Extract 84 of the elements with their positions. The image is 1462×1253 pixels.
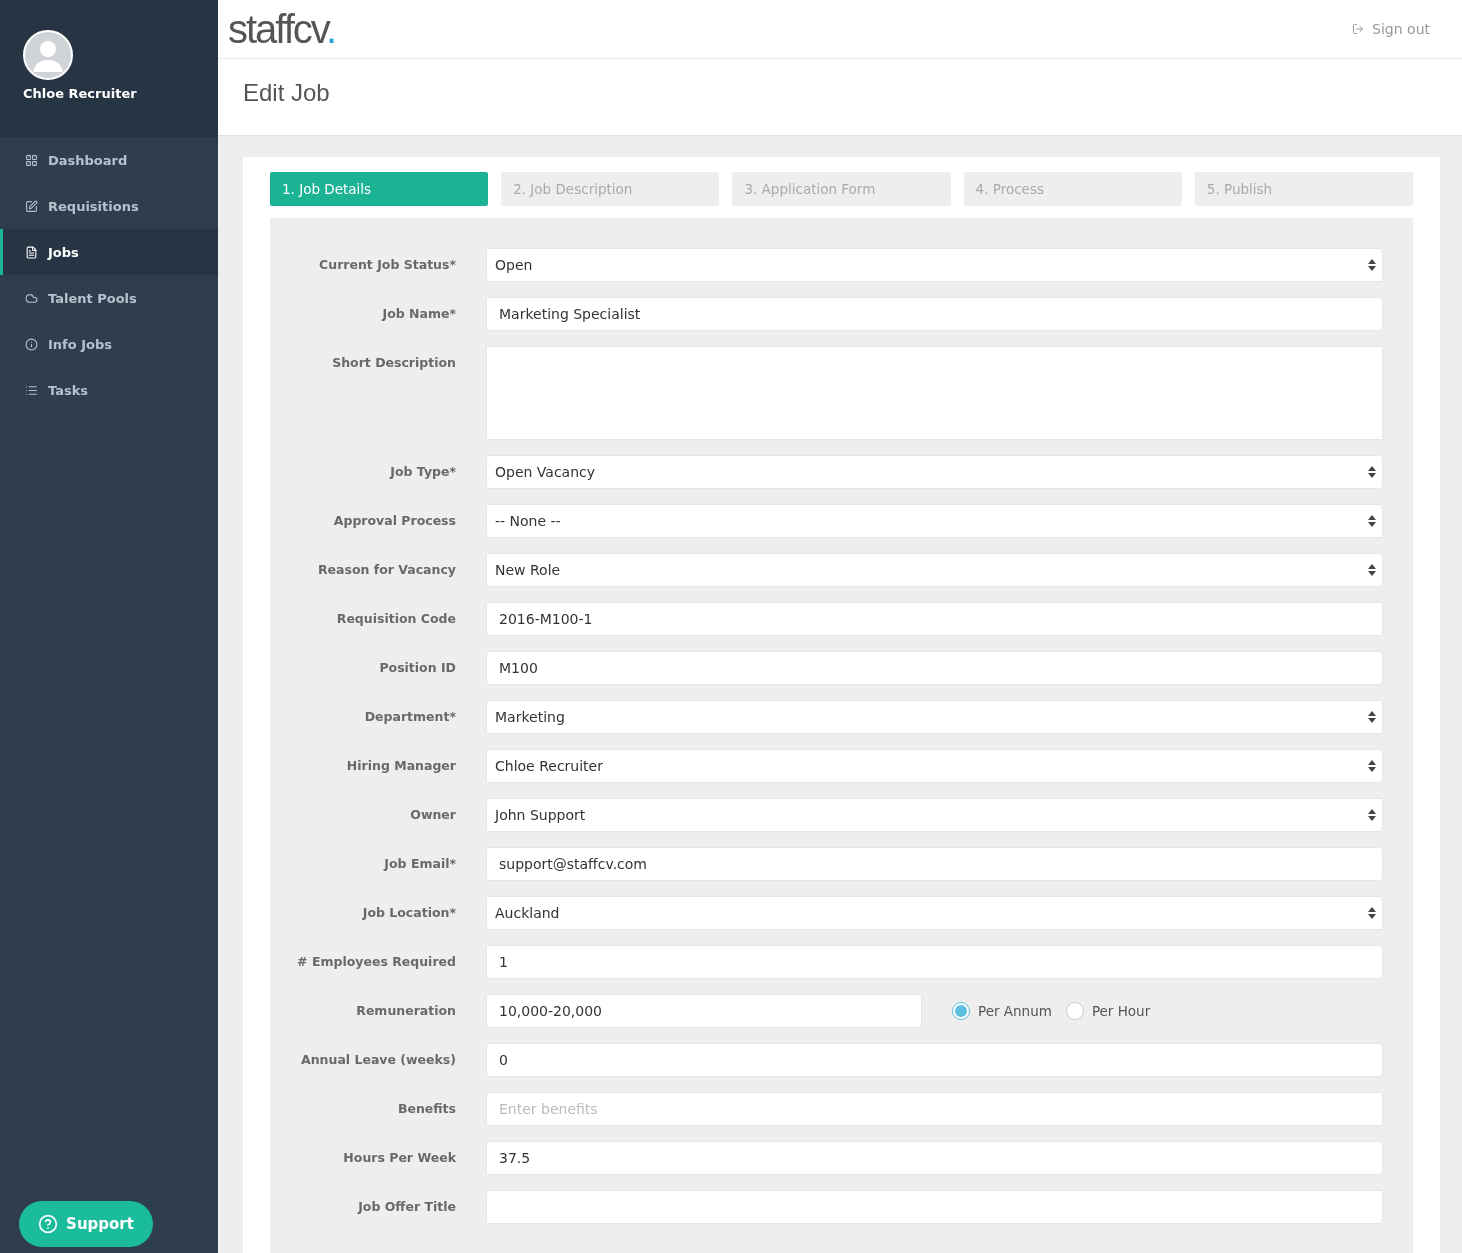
nav-item[interactable]: Requisitions <box>0 183 218 229</box>
textarea-field[interactable] <box>486 346 1383 440</box>
select-field[interactable]: Auckland <box>486 896 1383 930</box>
field-value: Marketing <box>495 709 565 725</box>
field-label: Remuneration <box>355 1002 456 1018</box>
help-icon <box>38 1214 59 1234</box>
field-label: Current Job Status* <box>318 256 456 272</box>
select-arrows-icon <box>1368 466 1376 478</box>
field-label: Job Name* <box>380 305 456 321</box>
field-label: Job Type* <box>388 463 456 479</box>
field-placeholder: Enter benefits <box>499 1101 598 1117</box>
nav-item[interactable]: Jobs <box>0 229 218 275</box>
input-field[interactable]: Marketing Specialist <box>486 297 1383 331</box>
select-field[interactable]: New Role <box>486 553 1383 587</box>
field-value: 2016-M100-1 <box>499 611 593 627</box>
grid-icon <box>25 153 38 167</box>
field-value: John Support <box>495 807 586 823</box>
field-value: New Role <box>495 562 561 578</box>
nav-item[interactable]: Tasks <box>0 367 218 413</box>
select-arrows-icon <box>1368 711 1376 723</box>
radio-button[interactable] <box>952 1002 970 1020</box>
input-field[interactable]: 1 <box>486 945 1383 979</box>
field-value: support@staffcv.com <box>499 856 647 872</box>
select-arrows-icon <box>1368 809 1376 821</box>
select-arrows-icon <box>1368 259 1376 271</box>
radio-label: Per Annum <box>978 1003 1052 1019</box>
user-name: Chloe Recruiter <box>23 86 138 101</box>
nav-item[interactable]: Talent Pools <box>0 275 218 321</box>
field-label: Short Description <box>331 354 456 370</box>
field-label: Reason for Vacancy <box>316 561 456 577</box>
field-label: Hiring Manager <box>345 757 456 773</box>
field-value: -- None -- <box>495 513 561 529</box>
select-field[interactable]: Open <box>486 248 1383 282</box>
field-label: Job Email* <box>382 855 456 871</box>
field-value: M100 <box>499 660 538 676</box>
select-field[interactable]: John Support <box>486 798 1383 832</box>
field-value: 10,000-20,000 <box>499 1003 603 1019</box>
cloud-icon <box>25 291 38 305</box>
radio-label: Per Hour <box>1091 1003 1151 1019</box>
field-label: Job Location* <box>361 904 456 920</box>
select-field[interactable]: Open Vacancy <box>486 455 1383 489</box>
info-icon <box>25 337 38 351</box>
input-field[interactable] <box>486 1190 1383 1224</box>
select-field[interactable]: Marketing <box>486 700 1383 734</box>
field-label: Annual Leave (weeks) <box>300 1051 456 1067</box>
field-label: Owner <box>409 806 456 822</box>
document-icon <box>25 245 38 259</box>
field-value: 1 <box>499 954 508 970</box>
field-label: Requisition Code <box>335 610 456 626</box>
select-arrows-icon <box>1368 760 1376 772</box>
nav-item[interactable]: Info Jobs <box>0 321 218 367</box>
radio-button[interactable] <box>1065 1002 1084 1020</box>
field-value: 0 <box>499 1052 508 1068</box>
input-field[interactable]: 0 <box>486 1043 1383 1077</box>
field-value: Open <box>495 257 533 273</box>
field-label: Approval Process <box>332 512 456 528</box>
sign-out-icon <box>1352 23 1365 35</box>
input-field[interactable]: 10,000-20,000 <box>486 994 922 1028</box>
avatar-icon <box>23 30 73 80</box>
input-field[interactable]: support@staffcv.com <box>486 847 1383 881</box>
edit-icon <box>25 199 38 213</box>
select-field[interactable]: Chloe Recruiter <box>486 749 1383 783</box>
list-icon <box>25 383 38 397</box>
select-arrows-icon <box>1368 515 1376 527</box>
field-label: Hours Per Week <box>342 1149 456 1165</box>
logo: staffcv. <box>228 6 336 52</box>
field-label: Position ID <box>378 659 456 675</box>
field-value: Auckland <box>495 905 560 921</box>
nav-item[interactable]: Dashboard <box>0 137 218 183</box>
input-field[interactable]: 2016-M100-1 <box>486 602 1383 636</box>
field-value: Chloe Recruiter <box>495 758 603 774</box>
field-label: Job Offer Title <box>356 1198 456 1214</box>
select-arrows-icon <box>1368 907 1376 919</box>
input-field[interactable]: M100 <box>486 651 1383 685</box>
field-label: Department* <box>363 708 456 724</box>
field-value: 37.5 <box>499 1150 531 1166</box>
input-field[interactable]: 37.5 <box>486 1141 1383 1175</box>
field-label: Benefits <box>396 1100 456 1116</box>
select-field[interactable]: -- None -- <box>486 504 1383 538</box>
page-title: Edit Job <box>243 79 331 107</box>
field-label: # Employees Required <box>296 953 456 969</box>
field-value: Open Vacancy <box>495 464 596 480</box>
field-value: Marketing Specialist <box>499 306 641 322</box>
select-arrows-icon <box>1368 564 1376 576</box>
